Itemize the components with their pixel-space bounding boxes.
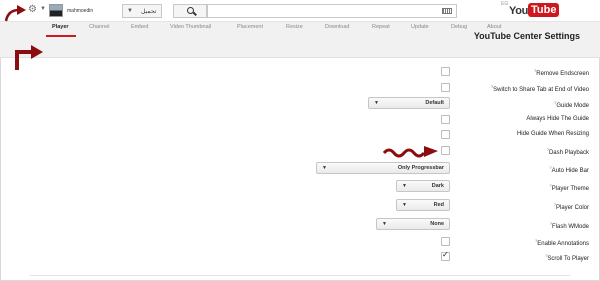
bent-arrow-icon <box>15 45 43 70</box>
wavy-arrow-icon <box>382 146 438 158</box>
curved-arrow-icon <box>4 5 26 22</box>
annotation-overlay <box>4 5 438 158</box>
